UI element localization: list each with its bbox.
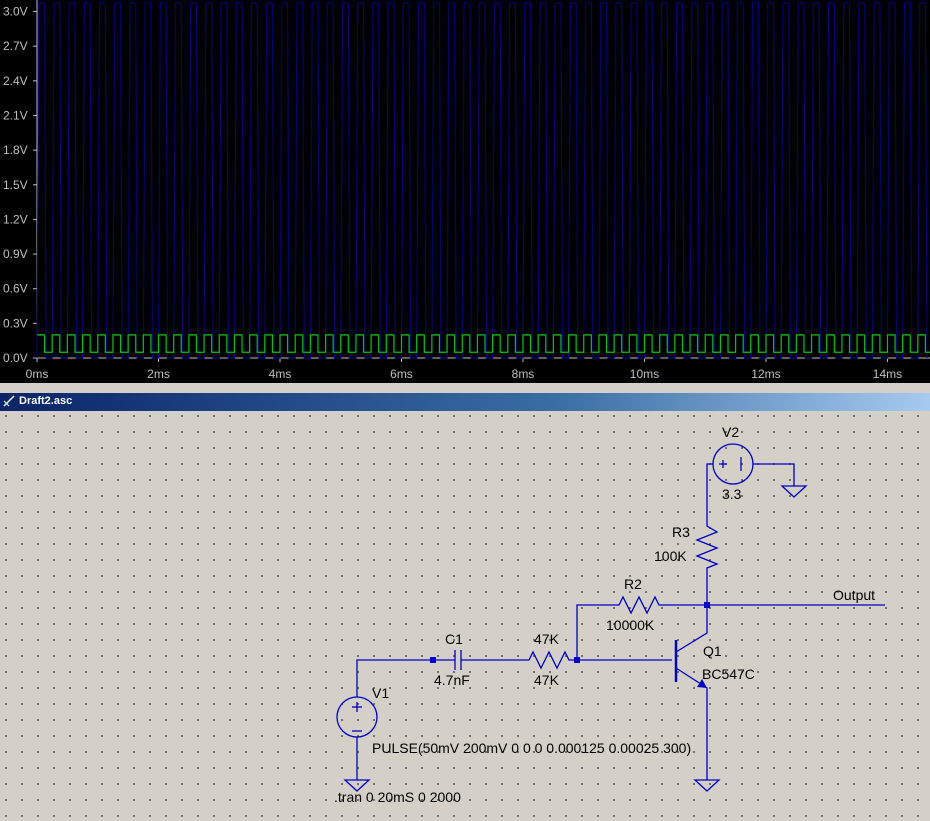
resistor-r1[interactable]	[461, 650, 577, 670]
c1-value-label: 4.7nF	[434, 672, 470, 688]
ground-symbol-v2	[780, 485, 808, 498]
v1-value-label: PULSE(50mV 200mV 0 0 0 0.000125 0.00025 …	[372, 740, 691, 756]
q1-name-label: Q1	[703, 643, 722, 659]
capacitor-c1[interactable]	[454, 650, 462, 670]
resistor-r3[interactable]	[695, 520, 719, 605]
v2-name-label: V2	[722, 424, 739, 440]
tran-directive[interactable]: .tran 0 20mS 0 2000	[334, 789, 461, 805]
r3-name-label: R3	[672, 524, 690, 540]
q1-model-label: BC547C	[702, 666, 755, 682]
r1-name-label: 47K	[534, 631, 560, 647]
schematic-canvas[interactable]: V2 3.3 R3 100K R2 10000K Output 47K 47K …	[2, 411, 930, 821]
c1-name-label: C1	[445, 631, 463, 647]
junction-c1	[430, 657, 436, 663]
voltage-source-v1[interactable]	[336, 696, 378, 738]
r2-value-label: 10000K	[606, 617, 655, 633]
ground-symbol-q1	[693, 779, 721, 792]
r3-value-label: 100K	[654, 548, 687, 564]
output-net-label: Output	[833, 587, 875, 603]
v1-name-label: V1	[372, 685, 389, 701]
r2-name-label: R2	[624, 576, 642, 592]
r1-value-label: 47K	[534, 672, 560, 688]
v2-value-label: 3.3	[722, 486, 742, 502]
voltage-source-v2[interactable]	[712, 443, 754, 485]
wire-v2-to-ground	[753, 463, 795, 486]
wire-v2-to-r3	[706, 463, 713, 520]
